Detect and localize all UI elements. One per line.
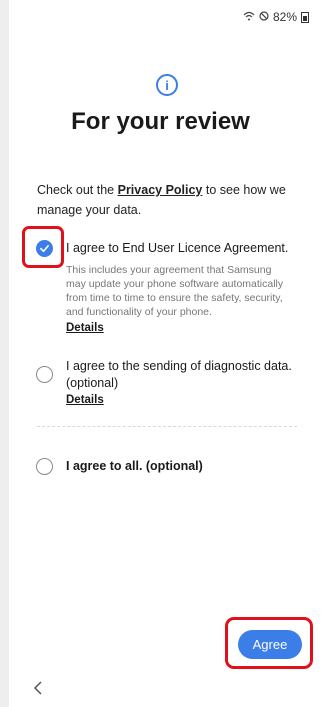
battery-icon bbox=[301, 11, 309, 23]
agree-all-checkbox[interactable] bbox=[36, 458, 53, 475]
info-icon: i bbox=[156, 74, 178, 96]
status-bar: 82% bbox=[243, 10, 309, 24]
diagnostic-data-checkbox[interactable] bbox=[36, 366, 53, 383]
agree-button[interactable]: Agree bbox=[238, 630, 302, 659]
intro-text: Check out the Privacy Policy to see how … bbox=[37, 180, 292, 220]
back-icon[interactable] bbox=[30, 676, 46, 700]
screen-edge bbox=[0, 0, 9, 707]
diagnostic-data-label: I agree to the sending of diagnostic dat… bbox=[66, 359, 292, 390]
wifi-icon bbox=[243, 11, 255, 24]
eula-checkbox-highlight bbox=[22, 226, 64, 268]
agree-all-label: I agree to all. (optional) bbox=[66, 459, 203, 473]
eula-details-link[interactable]: Details bbox=[66, 322, 104, 334]
diagnostic-data-details-link[interactable]: Details bbox=[66, 394, 104, 406]
do-not-disturb-icon bbox=[259, 10, 269, 24]
eula-description: This includes your agreement that Samsun… bbox=[66, 264, 284, 318]
battery-percentage: 82% bbox=[272, 10, 297, 24]
divider bbox=[37, 426, 297, 427]
privacy-policy-link[interactable]: Privacy Policy bbox=[118, 183, 203, 197]
eula-label: I agree to End User Licence Agreement. bbox=[66, 241, 289, 255]
intro-prefix: Check out the bbox=[37, 183, 118, 197]
page-title: For your review bbox=[71, 108, 250, 135]
